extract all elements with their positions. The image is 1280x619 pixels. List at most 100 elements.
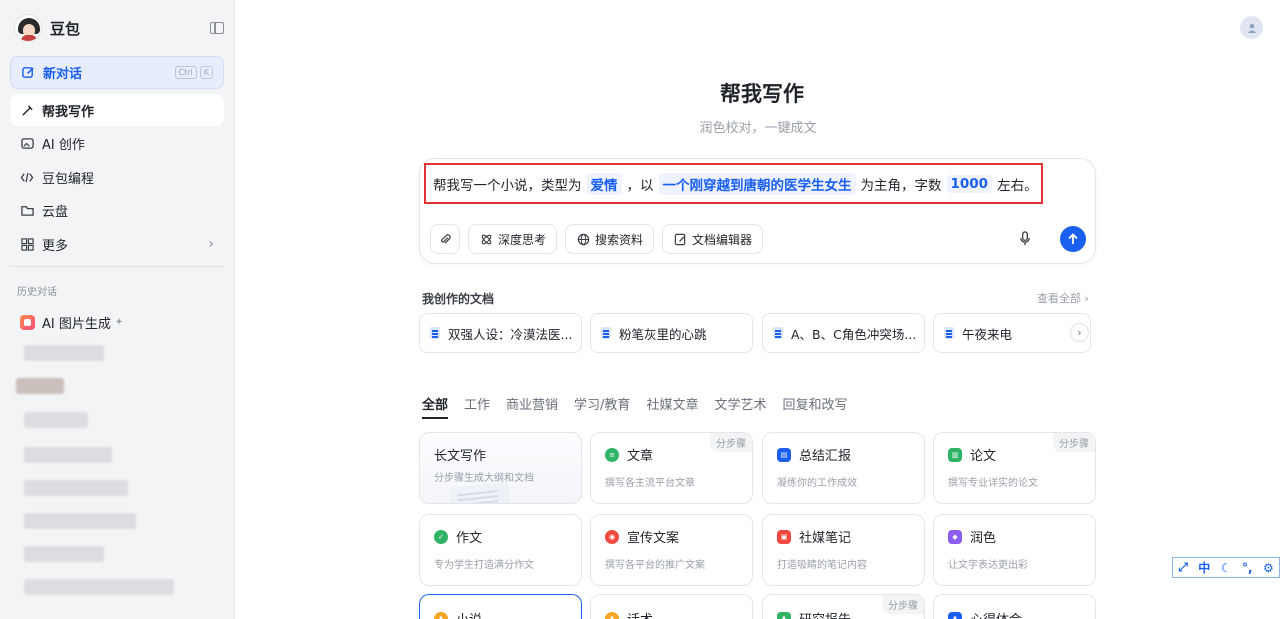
prompt-slot-wordcount[interactable]: 1000: [946, 174, 993, 193]
tab-work[interactable]: 工作: [464, 394, 490, 419]
research-icon: ▮: [777, 611, 791, 619]
sidebar-item-label: 豆包编程: [42, 171, 95, 187]
card-title: 作文: [456, 531, 483, 546]
tab-marketing[interactable]: 商业营销: [506, 394, 558, 419]
doc-editor-button[interactable]: 文档编辑器: [662, 224, 764, 254]
template-card[interactable]: ▮ 话术: [590, 594, 753, 619]
template-card[interactable]: ▮ 心得体会: [933, 594, 1096, 619]
template-card[interactable]: 分步骤 ▮ 研究报告: [762, 594, 925, 619]
page-subtitle: 润色校对，一键成文: [699, 121, 817, 136]
card-desc: 凝练你的工作成效: [777, 478, 857, 489]
brand-name: 豆包: [50, 19, 81, 38]
lang-toggle[interactable]: 中: [1198, 559, 1210, 576]
resize-icon[interactable]: ⤢: [1178, 560, 1188, 575]
card-desc: 撰写专业详实的论文: [948, 478, 1038, 489]
card-title: 润色: [970, 531, 997, 546]
reflection-icon: ▮: [948, 611, 962, 619]
template-card[interactable]: ▤ 总结汇报 凝练你的工作成效: [762, 432, 925, 504]
doc-edit-icon: [673, 232, 687, 246]
history-item-blurred[interactable]: [24, 480, 128, 496]
template-card[interactable]: ◆ 润色 让文字表达更出彩: [933, 514, 1096, 586]
social-note-icon: ▣: [777, 529, 791, 544]
prompt-slot-genre[interactable]: 爱情: [586, 172, 622, 195]
tab-social[interactable]: 社媒文章: [646, 394, 698, 419]
card-title: 小说: [456, 609, 482, 619]
view-all-label: 查看全部: [1037, 292, 1081, 305]
polish-icon: ◆: [948, 529, 962, 544]
history-item-blurred[interactable]: [24, 345, 104, 361]
image-icon: [20, 137, 34, 151]
document-illustration: [448, 481, 512, 503]
deep-think-button[interactable]: 深度思考: [468, 224, 558, 254]
history-item-blurred[interactable]: [24, 447, 112, 463]
view-all-link[interactable]: 查看全部 ›: [1037, 290, 1089, 306]
article-icon: ≡: [605, 447, 619, 462]
history-item-blurred[interactable]: [24, 546, 104, 562]
microphone-icon[interactable]: [1019, 231, 1031, 250]
composer-tools: 深度思考 搜索资料 文档编辑器: [430, 224, 764, 254]
prompt-slot-protagonist[interactable]: 一个刚穿越到唐朝的医学生女生: [658, 172, 856, 195]
template-card[interactable]: ▮ 小说: [419, 594, 582, 619]
grid-icon: [20, 237, 34, 251]
tab-education[interactable]: 学习/教育: [574, 394, 630, 419]
pin-icon: ✦: [114, 316, 124, 328]
history-item-blurred[interactable]: [24, 579, 174, 595]
globe-icon: [576, 232, 590, 246]
doc-card-label: A、B、C角色冲突场...: [791, 326, 917, 342]
history-item-blurred[interactable]: [16, 378, 64, 394]
sidebar-item-label: AI 创作: [42, 138, 85, 153]
sidebar-item-more[interactable]: 更多 ›: [10, 228, 224, 260]
document-icon: [430, 327, 440, 339]
step-tag: 分步骤: [1053, 433, 1095, 452]
attach-button[interactable]: [430, 224, 460, 254]
template-card[interactable]: 长文写作 分步骤生成大纲和文档: [419, 432, 582, 504]
ai-image-icon: [20, 314, 35, 330]
tab-all[interactable]: 全部: [422, 394, 449, 419]
novel-icon: ▮: [434, 611, 448, 619]
prompt-text: ，以: [626, 177, 654, 194]
gear-icon[interactable]: ⚙: [1263, 561, 1274, 575]
doc-card-label: 粉笔灰里的心跳: [619, 326, 707, 342]
template-card[interactable]: ✓ 作文 专为学生打造满分作文: [419, 514, 582, 586]
history-item-pinned[interactable]: AI 图片生成 ✦: [20, 312, 123, 332]
search-button[interactable]: 搜索资料: [565, 224, 655, 254]
tab-literature[interactable]: 文学艺术: [714, 394, 766, 419]
template-card[interactable]: ◉ 宣传文案 撰写各平台的推广文案: [590, 514, 753, 586]
docs-next-button[interactable]: ›: [1070, 323, 1089, 342]
moon-icon[interactable]: ☾: [1221, 561, 1232, 575]
template-card[interactable]: 分步骤 ≡ 文章 撰写各主流平台文章: [590, 432, 753, 504]
sidebar-collapse-icon[interactable]: [210, 22, 224, 34]
sidebar-item-code[interactable]: 豆包编程: [10, 161, 224, 193]
send-button[interactable]: [1060, 226, 1086, 252]
sidebar-header: 豆包: [14, 12, 224, 44]
app-logo[interactable]: [14, 14, 42, 42]
punctuation-icon[interactable]: °,: [1242, 561, 1253, 575]
template-card[interactable]: ▣ 社媒笔记 打造吸睛的笔记内容: [762, 514, 925, 586]
doc-card[interactable]: A、B、C角色冲突场...: [762, 313, 925, 353]
code-icon: [20, 170, 34, 184]
sidebar-item-cloud[interactable]: 云盘: [10, 195, 224, 227]
template-card[interactable]: 分步骤 ▥ 论文 撰写专业详实的论文: [933, 432, 1096, 504]
prompt-text: 为主角，字数: [860, 177, 942, 194]
card-title: 长文写作: [434, 449, 487, 464]
tool-label: 文档编辑器: [692, 232, 753, 247]
essay-icon: ✓: [434, 529, 448, 544]
card-title: 论文: [970, 449, 997, 464]
doc-card[interactable]: 双强人设：冷漠法医...: [419, 313, 582, 353]
report-icon: ▤: [777, 447, 791, 462]
card-desc: 撰写各平台的推广文案: [605, 560, 705, 571]
prompt-text: 帮我写一个小说，类型为: [433, 177, 582, 194]
prompt-input[interactable]: 帮我写一个小说，类型为 爱情 ，以 一个刚穿越到唐朝的医学生女生 为主角，字数 …: [424, 163, 1043, 204]
sidebar-item-label: 云盘: [42, 205, 69, 220]
doc-card[interactable]: 粉笔灰里的心跳: [590, 313, 753, 353]
step-tag: 分步骤: [882, 595, 924, 614]
history-title: 历史对话: [17, 287, 57, 298]
doc-card[interactable]: 午夜来电: [933, 313, 1091, 353]
history-item-blurred[interactable]: [24, 513, 136, 529]
card-desc: 专为学生打造满分作文: [434, 560, 534, 571]
user-avatar[interactable]: [1240, 16, 1263, 39]
tab-reply[interactable]: 回复和改写: [782, 394, 847, 419]
history-item-blurred[interactable]: [24, 412, 88, 428]
card-title: 社媒笔记: [799, 531, 852, 546]
card-desc: 撰写各主流平台文章: [605, 478, 695, 489]
